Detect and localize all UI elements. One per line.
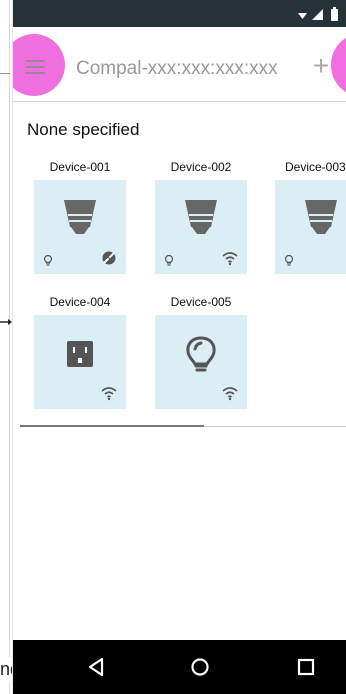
device-name: Device-002 [170, 160, 232, 174]
device-card-001[interactable]: Device-001 [34, 158, 126, 274]
device-card-002[interactable]: Device-002 [155, 158, 247, 274]
device-tile [275, 180, 346, 274]
device-name: Device-001 [49, 160, 111, 174]
offline-icon [102, 251, 116, 265]
bulb-outline-icon [164, 254, 174, 266]
page-title: Compal-xxx:xxx:xxx:xxx [76, 58, 278, 79]
android-navigation-bar [13, 640, 346, 694]
hamburger-menu-icon[interactable] [23, 55, 47, 79]
power-outlet-icon [67, 341, 93, 367]
mobile-screen-canvas: nd Compal-xxx:xxx:xxx:xxx [0, 0, 346, 694]
device-tile [155, 180, 247, 274]
annotation-left-tick [0, 73, 10, 74]
status-icons [298, 7, 338, 21]
ceiling-light-icon [185, 200, 217, 234]
annotation-left-line [0, 0, 10, 694]
device-tile [34, 315, 126, 409]
wifi-icon [298, 13, 307, 19]
bulb-outline-icon [284, 254, 294, 266]
ceiling-light-icon [305, 200, 337, 234]
ceiling-light-icon [64, 200, 96, 234]
device-tile [34, 180, 126, 274]
app-header: Compal-xxx:xxx:xxx:xxx + [13, 27, 346, 102]
device-tile [155, 315, 247, 409]
phone-screen: Compal-xxx:xxx:xxx:xxx + None specified … [12, 0, 346, 694]
recent-apps-icon[interactable] [289, 650, 323, 684]
annotation-fragment: nd [0, 657, 12, 682]
status-bar [13, 0, 346, 27]
battery-icon [331, 7, 338, 21]
device-name: Device-004 [49, 295, 111, 309]
section-divider-highlight [20, 425, 204, 427]
home-icon[interactable] [183, 650, 217, 684]
wifi-icon [101, 387, 117, 401]
add-button[interactable]: + [307, 52, 335, 80]
cellular-signal-icon [312, 9, 323, 20]
wifi-icon [222, 252, 238, 266]
device-name: Device-003 [285, 160, 346, 174]
light-bulb-icon [186, 336, 216, 372]
device-card-003[interactable]: Device-003 [275, 158, 346, 274]
device-card-004[interactable]: Device-004 [34, 293, 126, 409]
section-title: None specified [27, 120, 140, 139]
device-card-005[interactable]: Device-005 [155, 293, 247, 409]
wifi-icon [222, 387, 238, 401]
bulb-outline-icon [43, 254, 53, 266]
back-icon[interactable] [79, 650, 113, 684]
annotation-arrow-icon [0, 319, 12, 325]
device-name: Device-005 [170, 295, 232, 309]
